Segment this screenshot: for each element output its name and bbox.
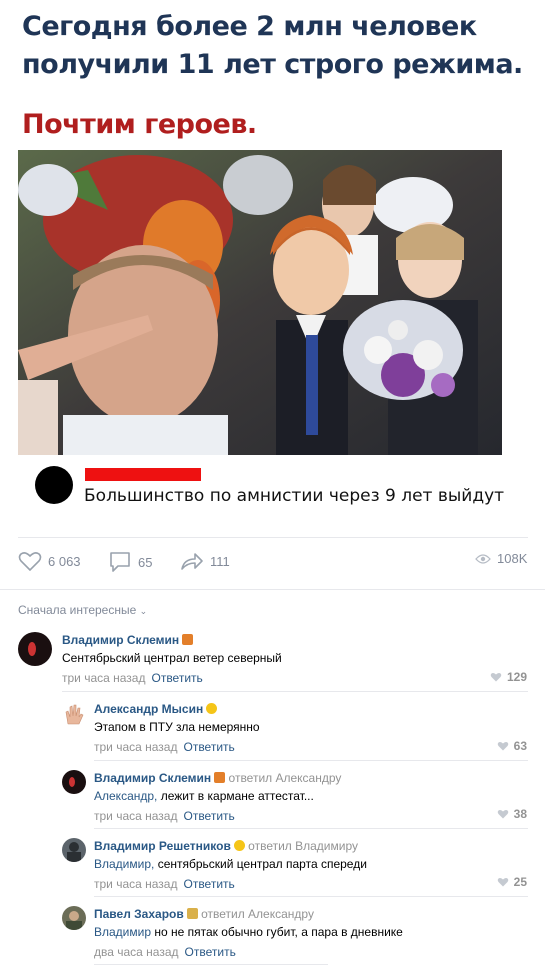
meme-comment: Большинство по амнистии через 9 лет выйд… (0, 462, 545, 522)
reply-button[interactable]: Ответить (183, 877, 234, 891)
reply-button[interactable]: Ответить (185, 945, 236, 959)
comment-icon (110, 552, 130, 572)
comment-time[interactable]: три часа назад (94, 740, 177, 754)
share-count: 111 (210, 553, 230, 569)
comment-button[interactable]: 65 (108, 551, 152, 573)
meme-photo (18, 150, 502, 455)
comment-like-count: 38 (513, 807, 527, 821)
comment: Александр Мысин Этапом в ПТУ зла немерян… (94, 702, 524, 754)
divider (94, 964, 328, 965)
divider (0, 589, 545, 590)
views-counter: 108K (475, 551, 527, 566)
comment-text: Сентябрьский централ ветер северный (62, 651, 282, 665)
like-count: 6 063 (48, 553, 81, 569)
post-actions: 6 063 65 111 108K (0, 548, 545, 578)
reply-to[interactable]: ответил Владимиру (248, 839, 358, 853)
comment-author[interactable]: Павел Захаров (94, 907, 184, 921)
comment-author[interactable]: Владимир Склемин (94, 771, 211, 785)
comment-text: сентябрьский централ парта спереди (154, 857, 367, 871)
comment-like-count: 25 (513, 875, 527, 889)
sort-dropdown[interactable]: Сначала интересные ⌄ (18, 603, 147, 617)
addressee[interactable]: Владимир, (94, 857, 154, 871)
avatar[interactable] (62, 702, 86, 726)
trophy-icon (186, 908, 198, 919)
chevron-down-icon: ⌄ (139, 606, 148, 616)
reply-to[interactable]: ответил Александру (229, 771, 342, 785)
divider (94, 828, 528, 829)
heart-icon (18, 552, 42, 571)
share-button[interactable]: 111 (180, 551, 230, 571)
divider (62, 691, 528, 692)
heart-icon (490, 672, 502, 682)
smile-icon (206, 703, 218, 714)
divider (94, 896, 528, 897)
eye-icon (475, 553, 491, 564)
avatar[interactable] (62, 770, 86, 794)
addressee[interactable]: Александр, (94, 789, 157, 803)
sunset-icon (182, 634, 194, 645)
reply-button[interactable]: Ответить (183, 809, 234, 823)
reply-button[interactable]: Ответить (151, 671, 202, 685)
comment-like-button[interactable]: 63 (497, 739, 527, 753)
comment-text: лежит в кармане аттестат... (157, 789, 314, 803)
comment-like-button[interactable]: 25 (497, 875, 527, 889)
comment-like-button[interactable]: 129 (490, 670, 527, 684)
comment-like-count: 129 (506, 670, 527, 684)
comment-author[interactable]: Владимир Склемин (62, 633, 179, 647)
comment: Владимир Решетников ответил Владимиру Вл… (94, 839, 524, 891)
heart-icon (497, 877, 508, 887)
meme-comment-avatar (35, 466, 73, 504)
addressee[interactable]: Владимир (94, 925, 151, 939)
reply-button[interactable]: Ответить (183, 740, 234, 754)
comment-like-count: 63 (513, 739, 527, 753)
like-button[interactable]: 6 063 (18, 551, 81, 571)
meme-title: Сегодня более 2 млн человек получили 11 … (22, 11, 523, 80)
comment: Владимир Склемин ответил Александру Алек… (94, 771, 524, 823)
heart-icon (497, 809, 508, 819)
heart-icon (497, 741, 508, 751)
divider (94, 760, 528, 761)
avatar[interactable] (18, 632, 52, 666)
comment: Павел Захаров ответил Александру Владими… (94, 907, 524, 959)
avatar[interactable] (62, 838, 86, 862)
share-icon (181, 553, 203, 570)
comment-author[interactable]: Владимир Решетников (94, 839, 231, 853)
comment-time[interactable]: три часа назад (94, 877, 177, 891)
comment-time[interactable]: три часа назад (94, 809, 177, 823)
comment-text: Этапом в ПТУ зла немерянно (94, 720, 260, 734)
reply-to[interactable]: ответил Александру (201, 907, 314, 921)
view-count: 108K (497, 551, 528, 566)
censor-bar (85, 468, 201, 481)
comment-time[interactable]: три часа назад (62, 671, 145, 685)
meme-comment-text: Большинство по амнистии через 9 лет выйд… (84, 486, 505, 506)
comment-time[interactable]: два часа назад (94, 945, 179, 959)
comment-text: но не пятак обычно губит, а пара в дневн… (151, 925, 403, 939)
comment-count: 65 (138, 554, 153, 570)
meme-subtitle: Почтим героев. (22, 109, 257, 140)
comment-like-button[interactable]: 38 (497, 807, 527, 821)
smile-icon (233, 840, 245, 851)
sunset-icon (214, 772, 226, 783)
divider (18, 537, 528, 538)
comment: Владимир Склемин Сентябрьский централ ве… (62, 633, 527, 685)
comment-author[interactable]: Александр Мысин (94, 702, 203, 716)
sort-label: Сначала интересные (18, 603, 137, 617)
avatar[interactable] (62, 906, 86, 930)
